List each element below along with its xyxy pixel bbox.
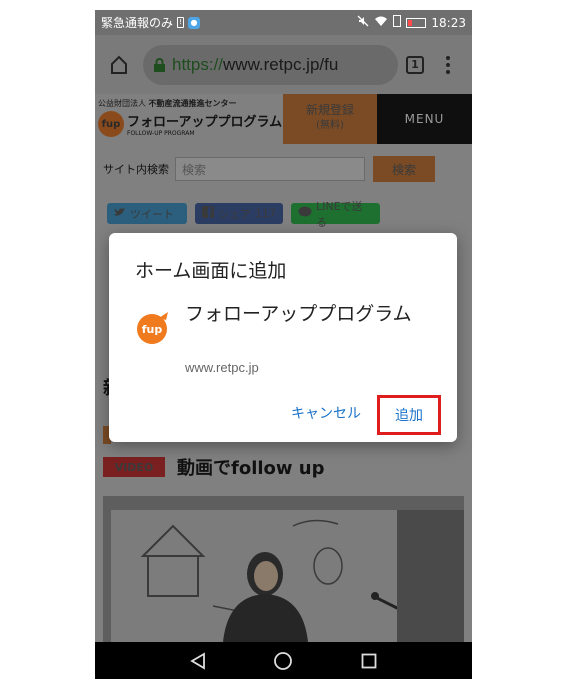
dialog-title: ホーム画面に追加	[135, 260, 287, 282]
notification-icon: ●	[188, 16, 201, 29]
video-badge: VIDEO	[103, 457, 165, 477]
site-logo[interactable]: 公益財団法人 不動産流通推進センター fup フォローアッププログラム FOLL…	[98, 98, 283, 142]
app-icon-text: fup	[142, 323, 163, 336]
tab-switcher-button[interactable]: 1	[406, 55, 424, 74]
carrier-group: 緊急通報のみ ! ●	[101, 14, 201, 31]
recents-icon[interactable]	[357, 649, 381, 673]
wifi-icon	[374, 16, 388, 30]
line-share-label: LINEで送る	[316, 199, 363, 229]
logo-badge: fup	[98, 111, 124, 137]
browser-toolbar: https://www.retpc.jp/fu 1	[95, 35, 472, 94]
data-icon	[393, 15, 402, 30]
facebook-share-count: 117	[255, 207, 276, 220]
facebook-icon	[202, 206, 214, 221]
home-icon[interactable]	[103, 49, 135, 81]
app-icon: fup	[135, 310, 171, 346]
add-button[interactable]: 追加	[377, 395, 441, 435]
logo-text-group: フォローアッププログラム FOLLOW-UP PROGRAM	[127, 111, 282, 137]
search-input[interactable]: 検索	[175, 157, 365, 181]
tweet-button[interactable]: ツイート	[107, 203, 187, 224]
register-button[interactable]: 新規登録 (無料)	[283, 94, 377, 144]
twitter-icon	[114, 207, 126, 220]
status-icons: 18:23	[357, 15, 466, 30]
video-thumbnail-image	[103, 496, 464, 642]
logo-title: フォローアッププログラム	[127, 115, 283, 130]
video-thumbnail[interactable]	[103, 496, 464, 642]
share-buttons: ツイート シェア 117 LINEで送る	[107, 200, 380, 229]
menu-button[interactable]: MENU	[377, 94, 472, 144]
mute-icon	[357, 15, 369, 30]
system-nav-bar	[95, 642, 472, 679]
overflow-menu-icon[interactable]	[432, 49, 464, 81]
video-section-title: 動画でfollow up	[177, 458, 325, 479]
url-protocol: https://	[172, 54, 224, 74]
search-label: サイト内検索	[103, 163, 169, 176]
back-icon[interactable]	[186, 649, 210, 673]
register-label: 新規登録	[305, 103, 354, 117]
logo-org-text: 不動産流通推進センター	[148, 99, 237, 108]
clock: 18:23	[431, 15, 466, 30]
line-share-button[interactable]: LINEで送る	[291, 200, 380, 229]
url-text: https://www.retpc.jp/fu	[172, 55, 338, 75]
search-button[interactable]: 検索	[373, 156, 435, 182]
address-bar[interactable]: https://www.retpc.jp/fu	[143, 44, 398, 85]
line-icon	[298, 206, 312, 221]
logo-org-line: 公益財団法人 不動産流通推進センター	[98, 98, 283, 109]
facebook-share-label: シェア	[218, 207, 251, 221]
facebook-share-button[interactable]: シェア 117	[195, 203, 283, 224]
status-bar: 緊急通報のみ ! ● 18:23	[95, 10, 472, 35]
site-header: 公益財団法人 不動産流通推進センター fup フォローアッププログラム FOLL…	[95, 94, 472, 144]
carrier-text: 緊急通報のみ	[101, 16, 174, 30]
app-name[interactable]: フォローアッププログラム	[185, 302, 435, 327]
logo-main: fup フォローアッププログラム FOLLOW-UP PROGRAM	[98, 111, 283, 137]
tweet-label: ツイート	[130, 207, 174, 221]
app-url: www.retpc.jp	[185, 360, 259, 375]
home-circle-icon[interactable]	[271, 649, 295, 673]
logo-small-text: 公益財団法人	[98, 99, 146, 108]
battery-icon	[406, 17, 427, 28]
sim-icon: !	[177, 17, 185, 28]
url-host: www.retpc.jp/fu	[223, 54, 339, 74]
add-to-home-dialog: ホーム画面に追加 fup フォローアッププログラム www.retpc.jp キ…	[109, 233, 457, 442]
video-section-header: VIDEO 動画でfollow up	[103, 454, 325, 480]
lock-icon	[154, 57, 165, 72]
register-sub: (無料)	[316, 120, 344, 131]
site-search: サイト内検索 検索 検索	[103, 156, 468, 182]
cancel-button[interactable]: キャンセル	[291, 403, 361, 423]
logo-subtitle: FOLLOW-UP PROGRAM	[127, 130, 195, 137]
